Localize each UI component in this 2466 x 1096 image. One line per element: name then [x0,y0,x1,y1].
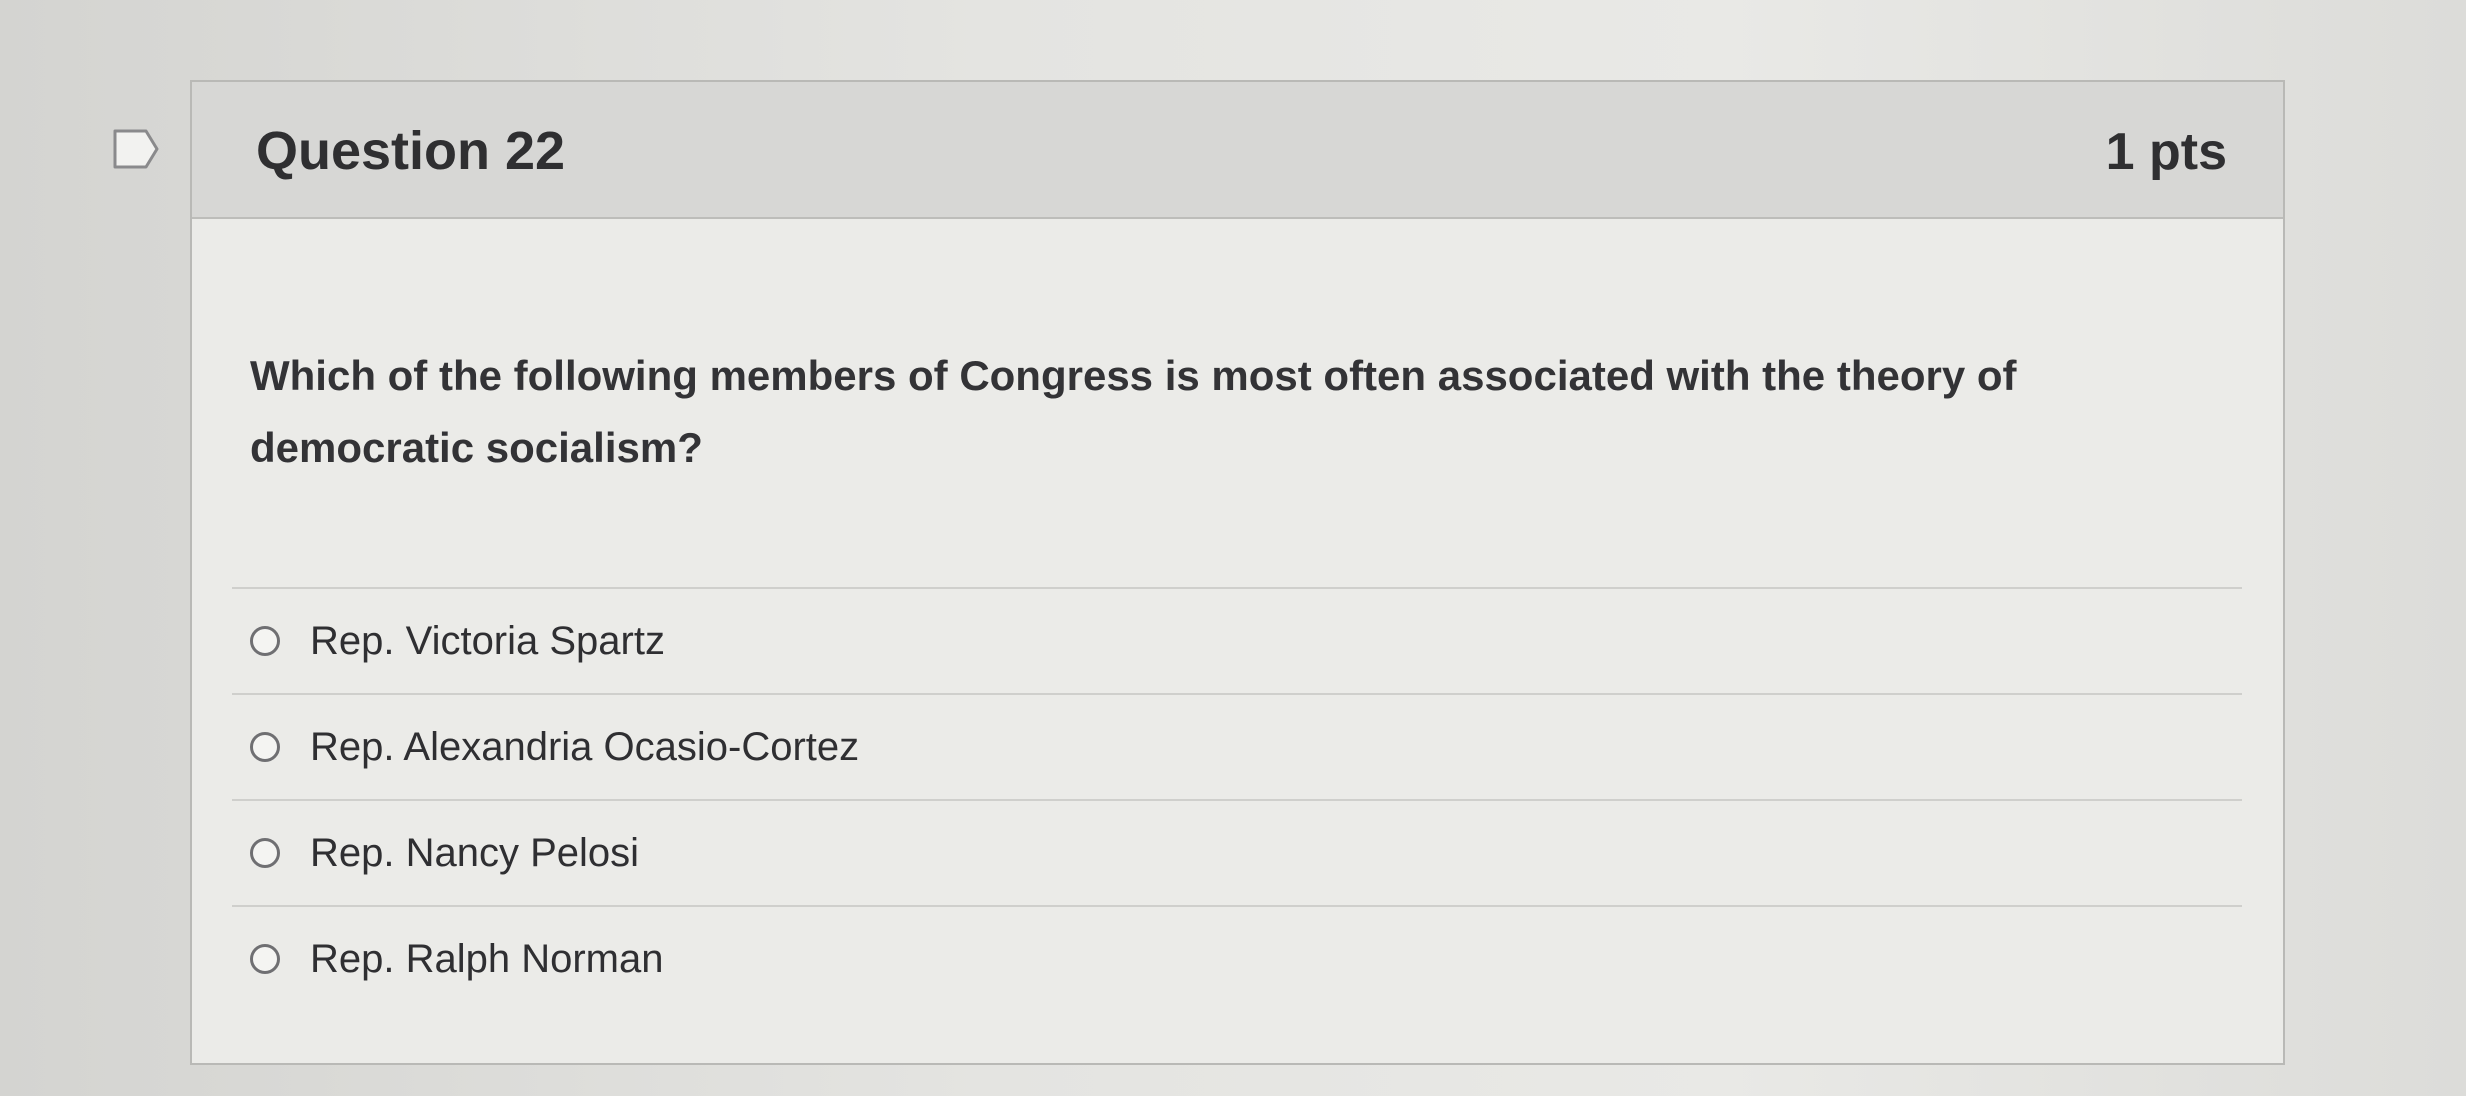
radio-button-icon[interactable] [250,838,280,868]
answer-option-3[interactable]: Rep. Nancy Pelosi [232,801,2242,905]
answer-label: Rep. Victoria Spartz [310,618,665,663]
answer-label: Rep. Ralph Norman [310,936,664,981]
question-points: 1 pts [2105,123,2227,181]
answer-option-4[interactable]: Rep. Ralph Norman [232,907,2242,1011]
answer-label: Rep. Nancy Pelosi [310,830,640,875]
question-card: Question 22 1 pts Which of the following… [190,80,2285,1065]
quiz-page: Question 22 1 pts Which of the following… [0,0,2466,1096]
answer-label: Rep. Alexandria Ocasio-Cortez [310,724,860,769]
question-title: Question 22 [256,121,566,181]
answer-list: Rep. Victoria Spartz Rep. Alexandria Oca… [232,587,2242,1011]
answer-option-1[interactable]: Rep. Victoria Spartz [232,589,2242,693]
radio-button-icon[interactable] [250,732,280,762]
question-header: Question 22 1 pts [192,82,2283,219]
flag-question-icon[interactable] [112,128,160,170]
radio-button-icon[interactable] [250,944,280,974]
question-text: Which of the following members of Congre… [250,352,2017,471]
radio-button-icon[interactable] [250,626,280,656]
answer-option-2[interactable]: Rep. Alexandria Ocasio-Cortez [232,695,2242,799]
